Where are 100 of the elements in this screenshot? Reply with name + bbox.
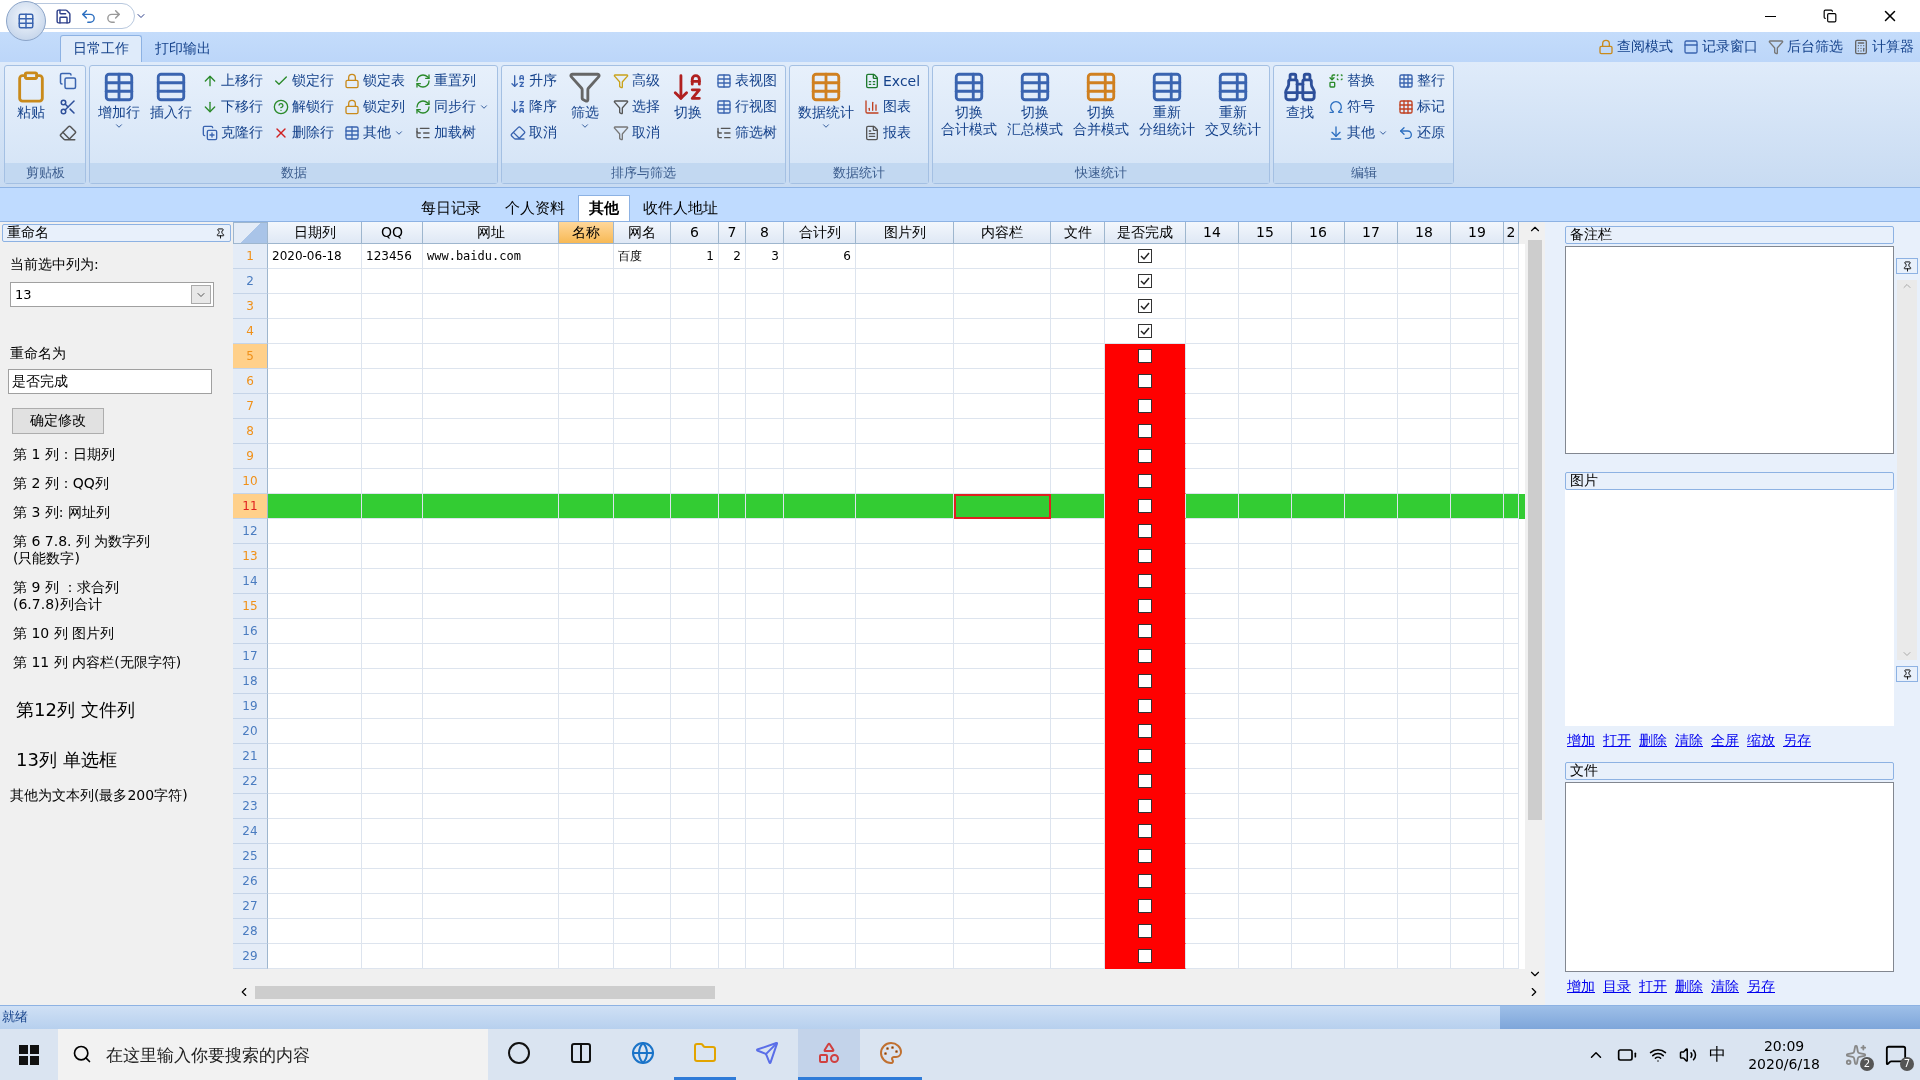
ribbon-button[interactable]: 切换 合并模式	[1071, 68, 1132, 140]
document-tab[interactable]: 每日记录	[410, 195, 492, 221]
action-link[interactable]: 另存	[1747, 978, 1775, 996]
ribbon-button[interactable]: 锁定表	[342, 68, 407, 93]
table-row[interactable]: 2	[233, 269, 1525, 294]
column-header[interactable]: 图片列	[856, 222, 954, 244]
confirm-button[interactable]: 确定修改	[12, 408, 104, 434]
column-header[interactable]: 7	[719, 222, 746, 244]
table-row[interactable]: 1 2020-06-18 123456 www.baidu.com 百度 1 2 3 6	[233, 244, 1525, 269]
ribbon-button[interactable]: 增加行	[96, 68, 142, 133]
action-link[interactable]: 增加	[1567, 978, 1595, 996]
ribbon-button[interactable]: 其他	[1326, 120, 1391, 145]
row-number[interactable]: 24	[233, 819, 268, 844]
ribbon-button[interactable]: 筛选树	[714, 120, 779, 145]
ribbon-button[interactable]: 降序	[508, 94, 559, 119]
column-header[interactable]: 名称	[559, 222, 614, 244]
table-row[interactable]: 17	[233, 644, 1525, 669]
table-row[interactable]: 21	[233, 744, 1525, 769]
ribbon-button[interactable]: 报表	[862, 120, 923, 145]
ribbon-button[interactable]: 高级	[611, 68, 662, 93]
checkbox[interactable]	[1138, 649, 1152, 663]
ribbon-button[interactable]: 还原	[1396, 120, 1448, 145]
ribbon-button[interactable]: 取消	[611, 120, 662, 145]
action-link[interactable]: 另存	[1783, 732, 1811, 750]
checkbox[interactable]	[1138, 899, 1152, 913]
row-number[interactable]: 25	[233, 844, 268, 869]
ribbon-button[interactable]: 图表	[862, 94, 923, 119]
row-number[interactable]: 22	[233, 769, 268, 794]
ribbon-button[interactable]: 行视图	[714, 94, 779, 119]
column-select[interactable]: 13	[10, 282, 214, 307]
table-row[interactable]: 16	[233, 619, 1525, 644]
ribbon-button[interactable]: 其他	[342, 120, 407, 145]
document-tab[interactable]: 收件人地址	[632, 195, 729, 221]
table-row[interactable]: 22	[233, 769, 1525, 794]
column-header[interactable]: 16	[1292, 222, 1345, 244]
action-link[interactable]: 清除	[1711, 978, 1739, 996]
checkbox[interactable]	[1138, 324, 1152, 338]
save-icon[interactable]	[55, 7, 72, 25]
checkbox[interactable]	[1138, 874, 1152, 888]
ribbon-button[interactable]: 同步行	[413, 94, 491, 119]
volume-icon[interactable]	[1679, 1045, 1698, 1064]
undo-icon[interactable]	[80, 7, 97, 25]
column-header[interactable]: 是否完成	[1105, 222, 1186, 244]
checkbox[interactable]	[1138, 249, 1152, 263]
checkbox[interactable]	[1138, 499, 1152, 513]
checkbox[interactable]	[1138, 399, 1152, 413]
action-link[interactable]: 目录	[1603, 978, 1631, 996]
checkbox[interactable]	[1138, 799, 1152, 813]
checkbox[interactable]	[1138, 749, 1152, 763]
row-number[interactable]: 20	[233, 719, 268, 744]
table-row[interactable]: 14	[233, 569, 1525, 594]
column-header[interactable]: 18	[1398, 222, 1451, 244]
checkbox[interactable]	[1138, 474, 1152, 488]
column-header[interactable]: 内容栏	[954, 222, 1051, 244]
row-number[interactable]: 12	[233, 519, 268, 544]
ribbon-button[interactable]: 删除行	[271, 120, 336, 145]
checkbox[interactable]	[1138, 674, 1152, 688]
table-row[interactable]: 29	[233, 944, 1525, 969]
checkbox[interactable]	[1138, 549, 1152, 563]
action-link[interactable]: 增加	[1567, 732, 1595, 750]
document-tab[interactable]: 个人资料	[494, 195, 576, 221]
column-header[interactable]: 17	[1345, 222, 1398, 244]
ribbon-button[interactable]: 整行	[1396, 68, 1448, 93]
table-row[interactable]: 28	[233, 919, 1525, 944]
row-number[interactable]: 23	[233, 794, 268, 819]
pin-button[interactable]	[1896, 258, 1918, 274]
checkbox[interactable]	[1138, 924, 1152, 938]
ribbon-button[interactable]: 升序	[508, 68, 559, 93]
document-tab[interactable]: 其他	[578, 195, 630, 221]
action-link[interactable]: 全屏	[1711, 732, 1739, 750]
ribbon-button[interactable]: 重新 交叉统计	[1203, 68, 1264, 140]
rename-field[interactable]: 是否完成	[8, 369, 212, 394]
ribbon-button[interactable]: 表视图	[714, 68, 779, 93]
redo-icon[interactable]	[105, 7, 122, 25]
checkbox[interactable]	[1138, 849, 1152, 863]
checkbox[interactable]	[1138, 699, 1152, 713]
ribbon-button[interactable]: 锁定行	[271, 68, 336, 93]
checkbox[interactable]	[1138, 424, 1152, 438]
ribbon-button[interactable]: 重新 分组统计	[1137, 68, 1198, 140]
action-link[interactable]: 打开	[1639, 978, 1667, 996]
ribbon-button[interactable]: 切换 合计模式	[939, 68, 1000, 140]
ribbon-button[interactable]: 选择	[611, 94, 662, 119]
toolbar-link[interactable]: 记录窗口	[1683, 38, 1758, 56]
ribbon-button[interactable]: 查找	[1280, 68, 1321, 123]
ribbon-button[interactable]: 锁定列	[342, 94, 407, 119]
search-field[interactable]: 在这里输入你要搜索的内容	[58, 1029, 488, 1080]
action-link[interactable]: 删除	[1639, 732, 1667, 750]
checkbox[interactable]	[1138, 274, 1152, 288]
toolbar-link[interactable]: 后台筛选	[1768, 38, 1843, 56]
table-row[interactable]: 20	[233, 719, 1525, 744]
ribbon-button[interactable]: Excel	[862, 68, 923, 93]
checkbox[interactable]	[1138, 524, 1152, 538]
column-header[interactable]: 网址	[423, 222, 559, 244]
column-header[interactable]: 文件	[1051, 222, 1105, 244]
table-row[interactable]: 26	[233, 869, 1525, 894]
checkbox[interactable]	[1138, 349, 1152, 363]
action-link[interactable]: 清除	[1675, 732, 1703, 750]
row-number[interactable]: 14	[233, 569, 268, 594]
ribbon-button[interactable]: 符号	[1326, 94, 1391, 119]
checkbox[interactable]	[1138, 599, 1152, 613]
